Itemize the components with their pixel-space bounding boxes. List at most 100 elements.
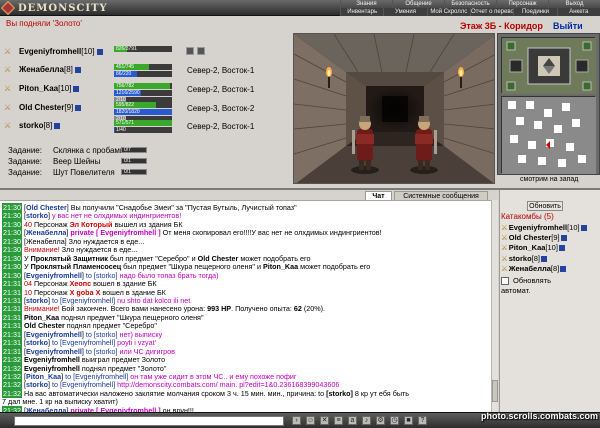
chat-log[interactable]: 21:30 [Old Chester] Вы получили "Снадобь… [0,200,498,412]
chat-scroll-thumb[interactable] [492,380,498,402]
minimap[interactable] [501,96,596,174]
logo[interactable]: DEMONSCITY [0,0,108,16]
room-player[interactable]: ⚔Piton_Kaa[10] [501,243,599,253]
info-icon[interactable] [580,225,587,232]
stat-bars: 571/571 1/40 [114,120,172,134]
party-member-name[interactable]: Piton_Kaa[10] [19,84,80,93]
nav-knowledge[interactable]: Знания [340,0,392,8]
pickup-notice: Вы подняли 'Золото' [6,19,82,28]
party-member[interactable]: ⚔ Женабелла[8] 451/745 86/220 Север-2, Восто… [4,64,290,82]
nav-transfers-report[interactable]: Отчет о переводах [469,8,513,16]
task-name[interactable]: Шут Повелителя [53,168,119,177]
nav-communication[interactable]: Общение [392,0,444,8]
info-icon[interactable] [54,122,61,129]
room-player-level: [8] [550,263,560,273]
party-member-name[interactable]: Женабелла[8] [19,65,81,74]
task-name[interactable]: Склянка с пробами [53,146,124,155]
room-player[interactable]: ⚔storko[8] [501,254,599,264]
chat-input[interactable] [14,416,284,426]
stat-bars: 451/745 86/220 [114,64,172,78]
room-player[interactable]: ⚔Женабелла[8] [501,264,599,274]
member-name[interactable]: Evgeniyfromhell [19,47,81,56]
member-level: [8] [43,121,53,130]
sound-icon[interactable]: ♪ [362,416,371,425]
top-nav-row-2: Инвентарь Умения Мой Скроллс Отчет о пер… [340,8,600,16]
info-icon[interactable] [541,255,547,262]
member-level: [8] [63,65,73,74]
auto-refresh-checkbox[interactable]: Обновлять [501,276,551,286]
swords-icon: ⚔ [501,243,508,253]
info-icon[interactable] [96,48,103,55]
smiles-icon[interactable]: ☺ [306,416,315,425]
help-icon[interactable]: ? [418,416,427,425]
nav-security[interactable]: Безопасность [444,0,496,8]
settings-icon[interactable]: ⚙ [376,416,385,425]
nav-exit[interactable]: Выход [548,0,600,8]
mp-text: 1216/2590 [116,90,140,96]
room-players-header: Катакомбы (5) [501,212,554,221]
member-level: [9] [64,103,74,112]
nav-profile[interactable]: Анкета [556,8,600,16]
room-player-name[interactable]: Old Chester [509,233,552,242]
task-progress-bar: 0/1 [121,158,147,164]
room-player-name[interactable]: Evgeniyfromhell [509,223,567,232]
top-nav-row-1: Знания Общение Безопасность Персонаж Вых… [340,0,600,8]
dungeon-view[interactable] [293,33,495,184]
hp-text: 571/571 [116,120,135,126]
member-name[interactable]: Old Chester [19,103,64,112]
exit-button[interactable]: Выйти [553,21,583,31]
party-member[interactable]: ⚔ Piton_Kaa[10] 756/782 1216/2590 2/10 Север-… [4,83,290,103]
info-icon[interactable] [560,235,567,242]
room-player-level: [10] [545,243,558,253]
nav-skills[interactable]: Умения [383,8,426,16]
refresh-button[interactable]: Обновить [527,201,563,211]
party-member[interactable]: ⚔ Evgeniyfromhell[10] 826/3791 [4,46,290,64]
task-name[interactable]: Веер Шейны [53,157,119,166]
nav-inventory[interactable]: Инвентарь [340,8,383,16]
party-member-name[interactable]: Evgeniyfromhell[10] [19,47,103,56]
member-location: Север-2, Восток-1 [187,85,255,94]
party-member[interactable]: ⚔ storko[8] 571/571 1/40 Север-2, Восток-1 [4,120,290,138]
clear-icon[interactable]: ✕ [320,416,329,425]
member-name[interactable]: Женабелла [19,65,64,74]
movement-controls[interactable] [501,37,596,94]
history-icon[interactable]: ◷ [390,416,399,425]
logo-text: DEMONSCITY [18,2,108,14]
hp-bar: 451/745 [114,64,172,70]
room-player[interactable]: ⚔Evgeniyfromhell[10] [501,223,599,233]
member-name[interactable]: Piton_Kaa [19,84,58,93]
chat-line: 21:32 [Женабелла] private [ Evgeniyfromh… [2,405,494,412]
nav-fights[interactable]: Поединки [513,8,556,16]
swords-icon: ⚔ [4,103,12,112]
info-icon[interactable] [558,245,565,252]
member-name[interactable]: storko [19,121,43,130]
filter-icon[interactable]: ≡ [334,416,343,425]
room-player-name[interactable]: Piton_Kaa [509,243,546,252]
mp-bar: 1/40 [114,127,172,133]
info-icon[interactable] [75,104,82,111]
party-member-name[interactable]: storko[8] [19,121,61,130]
nav-my-scrolls[interactable]: Мой Скроллс [426,8,470,16]
party-member-name[interactable]: Old Chester[9] [19,103,82,112]
effect-icon[interactable] [186,47,194,55]
room-player-name[interactable]: storko [509,254,532,263]
info-icon[interactable] [560,265,567,272]
swords-icon: ⚔ [4,65,12,74]
checkbox-box[interactable] [501,277,509,286]
chat-scrollbar[interactable] [491,200,498,412]
room-player-name[interactable]: Женабелла [509,264,551,273]
info-icon[interactable] [74,66,81,73]
hp-text: 756/782 [116,83,135,89]
tab-system-messages[interactable]: Системные сообщения [394,191,488,200]
nav-character[interactable]: Персонаж [496,0,548,8]
room-player[interactable]: ⚔Old Chester[9] [501,233,599,243]
task-progress: 0/1 [124,169,131,175]
lock-icon[interactable]: ■ [404,416,413,425]
info-icon[interactable] [73,85,80,92]
send-icon[interactable]: › [292,416,301,425]
effect-icon[interactable] [197,47,205,55]
dungeon-corridor-image [294,34,494,183]
party-member[interactable]: ⚔ Old Chester[9] 595/822 1820/1820 2/10 Север… [4,102,290,122]
translit-icon[interactable]: а [348,416,357,425]
tab-chat[interactable]: Чат [365,191,392,200]
